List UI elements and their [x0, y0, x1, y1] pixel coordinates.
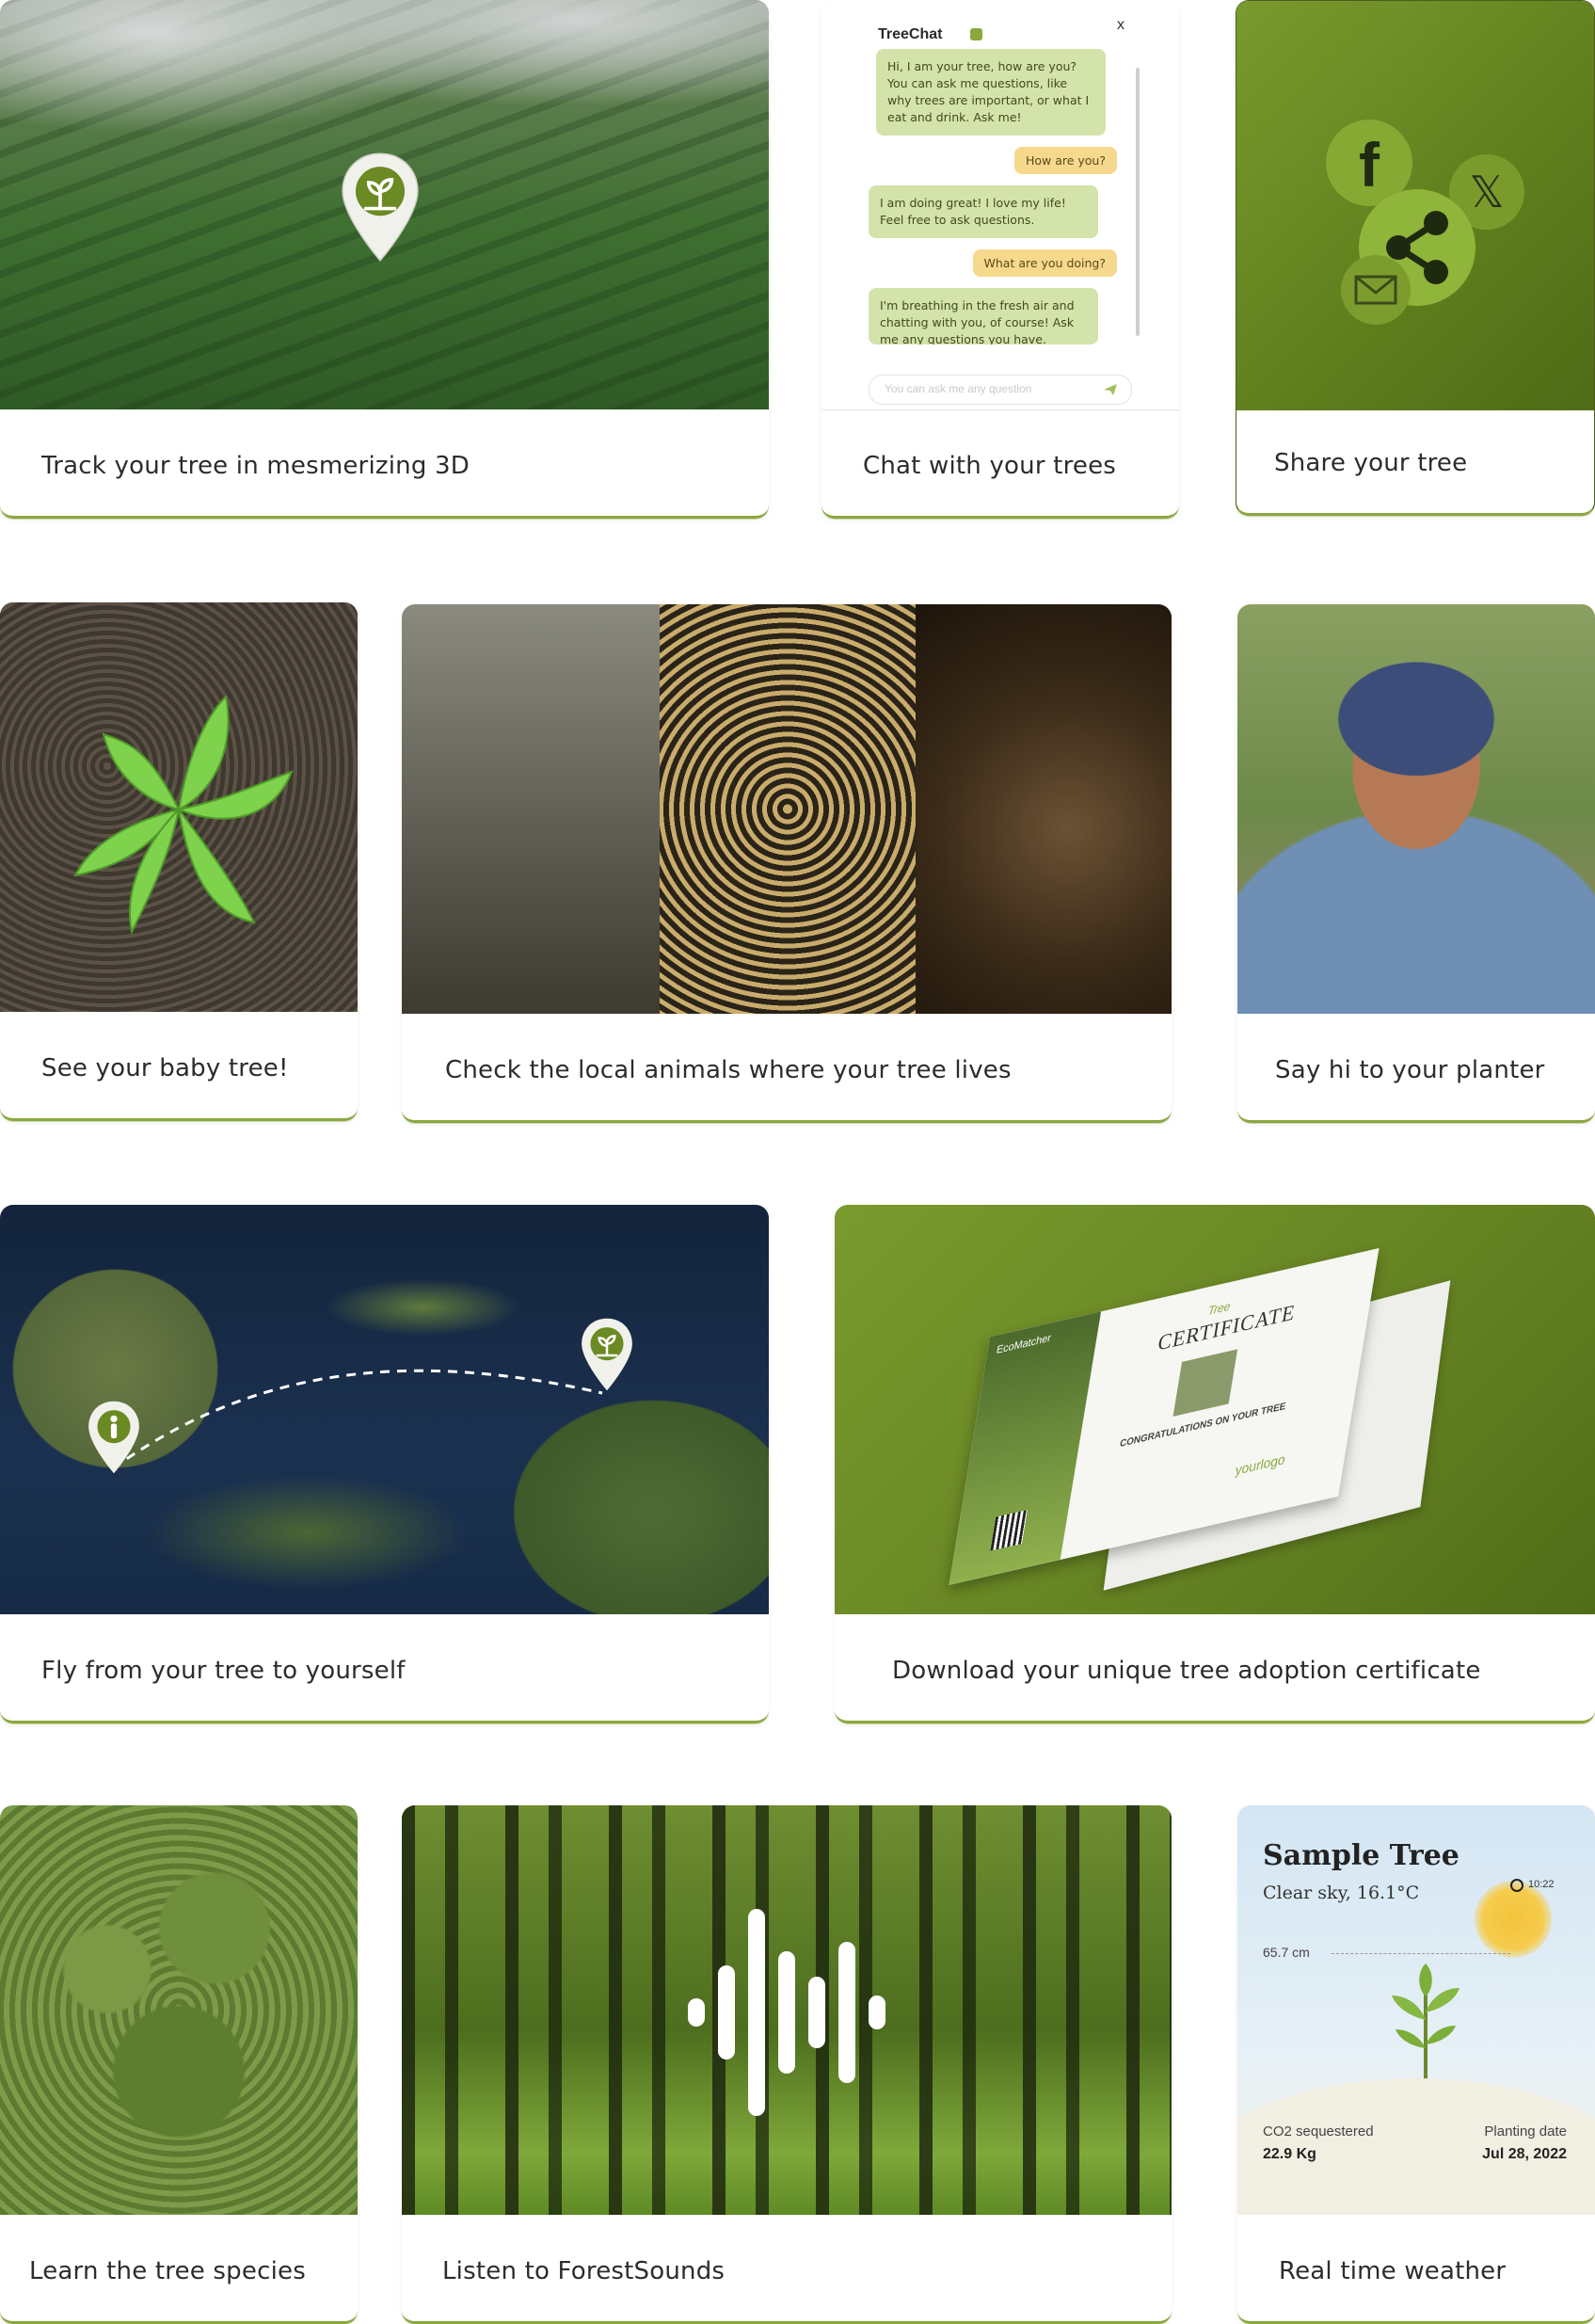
mountain-3d-image [0, 0, 769, 409]
card-caption: Learn the tree species [29, 2257, 306, 2285]
share-panel: f 𝕏 [1236, 1, 1594, 410]
chat-title: TreeChat [878, 26, 943, 42]
card-fly[interactable]: Fly from your tree to yourself [0, 1205, 769, 1723]
person-pin-icon [88, 1401, 139, 1474]
card-certificate[interactable]: EcoMatcher Tree CERTIFICATE CONGRATULATI… [835, 1205, 1595, 1723]
tree-species-photo [0, 1805, 358, 2215]
chat-messages: Hi, I am your tree, how are you? You can… [869, 49, 1130, 356]
planting-value: Jul 28, 2022 [1482, 2146, 1567, 2162]
card-caption: Download your unique tree adoption certi… [892, 1657, 1481, 1685]
card-baby-tree[interactable]: See your baby tree! [0, 602, 358, 1121]
certificate-photo-strip [949, 1311, 1102, 1585]
height-label: 65.7 cm [1263, 1945, 1310, 1960]
co2-label: CO2 sequestered [1263, 2124, 1374, 2140]
card-species[interactable]: Learn the tree species [0, 1805, 358, 2324]
chat-message-user: How are you? [1013, 147, 1117, 174]
baby-tree-photo [0, 602, 358, 1012]
weather-widget: Sample Tree Clear sky, 16.1°C 10:22 65.7… [1237, 1805, 1595, 2215]
sapling-icon [1392, 1963, 1459, 2081]
mail-icon[interactable] [1341, 255, 1411, 325]
card-caption: Track your tree in mesmerizing 3D [41, 452, 470, 480]
monkey-image [402, 604, 660, 1014]
chat-scrollbar[interactable] [1136, 68, 1140, 336]
card-chat[interactable]: TreeChat x Hi, I am your tree, how are y… [821, 0, 1179, 519]
tree-pin-icon [582, 1318, 632, 1391]
ocelot-image [660, 604, 916, 1014]
chat-message-tree: I am doing great! I love my life! Feel f… [869, 185, 1098, 238]
weather-time: 10:22 [1528, 1879, 1555, 1890]
planter-photo [1237, 604, 1595, 1014]
soundwave-icon [688, 1909, 885, 2116]
card-caption: Chat with your trees [863, 452, 1117, 480]
card-caption: Say hi to your planter [1275, 1056, 1545, 1084]
card-caption: Share your tree [1274, 449, 1468, 477]
tree-pin-icon [342, 152, 419, 262]
satellite-map [0, 1205, 769, 1614]
close-icon[interactable]: x [1117, 17, 1124, 34]
co2-value: 22.9 Kg [1263, 2146, 1316, 2162]
chat-input[interactable]: You can ask me any question [869, 375, 1132, 405]
sun-icon [1475, 1881, 1552, 1958]
chat-input-placeholder: You can ask me any question [885, 382, 1032, 395]
chat-message-tree: I'm breathing in the fresh air and chatt… [869, 288, 1098, 345]
card-caption: Listen to ForestSounds [442, 2257, 726, 2285]
card-caption: Real time weather [1279, 2257, 1507, 2285]
certificate-thumbnail [1172, 1349, 1238, 1417]
chat-message-tree: Hi, I am your tree, how are you? You can… [876, 49, 1106, 136]
card-track-3d[interactable]: Track your tree in mesmerizing 3D [0, 0, 769, 519]
card-sounds[interactable]: Listen to ForestSounds [402, 1805, 1172, 2324]
chat-badge-icon [970, 28, 982, 40]
weather-tree-name: Sample Tree [1263, 1839, 1459, 1872]
card-share[interactable]: f 𝕏 Share your tree [1236, 0, 1595, 516]
chat-message-user: What are you doing? [972, 249, 1117, 277]
card-caption: Fly from your tree to yourself [41, 1657, 406, 1685]
card-animals[interactable]: Check the local animals where your tree … [402, 604, 1172, 1123]
seedling-image [73, 694, 294, 936]
certificate-logo: yourlogo [1234, 1450, 1287, 1479]
treechat-window: TreeChat x Hi, I am your tree, how are y… [821, 0, 1179, 410]
card-caption: See your baby tree! [41, 1054, 289, 1082]
card-weather[interactable]: Sample Tree Clear sky, 16.1°C 10:22 65.7… [1237, 1805, 1595, 2324]
opossum-image [916, 604, 1172, 1014]
forest-photo [402, 1805, 1172, 2215]
card-planter[interactable]: Say hi to your planter [1237, 604, 1595, 1123]
card-caption: Check the local animals where your tree … [445, 1056, 1012, 1084]
certificate-preview: EcoMatcher Tree CERTIFICATE CONGRATULATI… [835, 1205, 1595, 1614]
planting-label: Planting date [1484, 2124, 1567, 2140]
send-icon[interactable] [1103, 383, 1118, 396]
animals-photo [402, 604, 1172, 1014]
clock-icon [1510, 1879, 1523, 1892]
weather-conditions: Clear sky, 16.1°C [1263, 1883, 1420, 1903]
